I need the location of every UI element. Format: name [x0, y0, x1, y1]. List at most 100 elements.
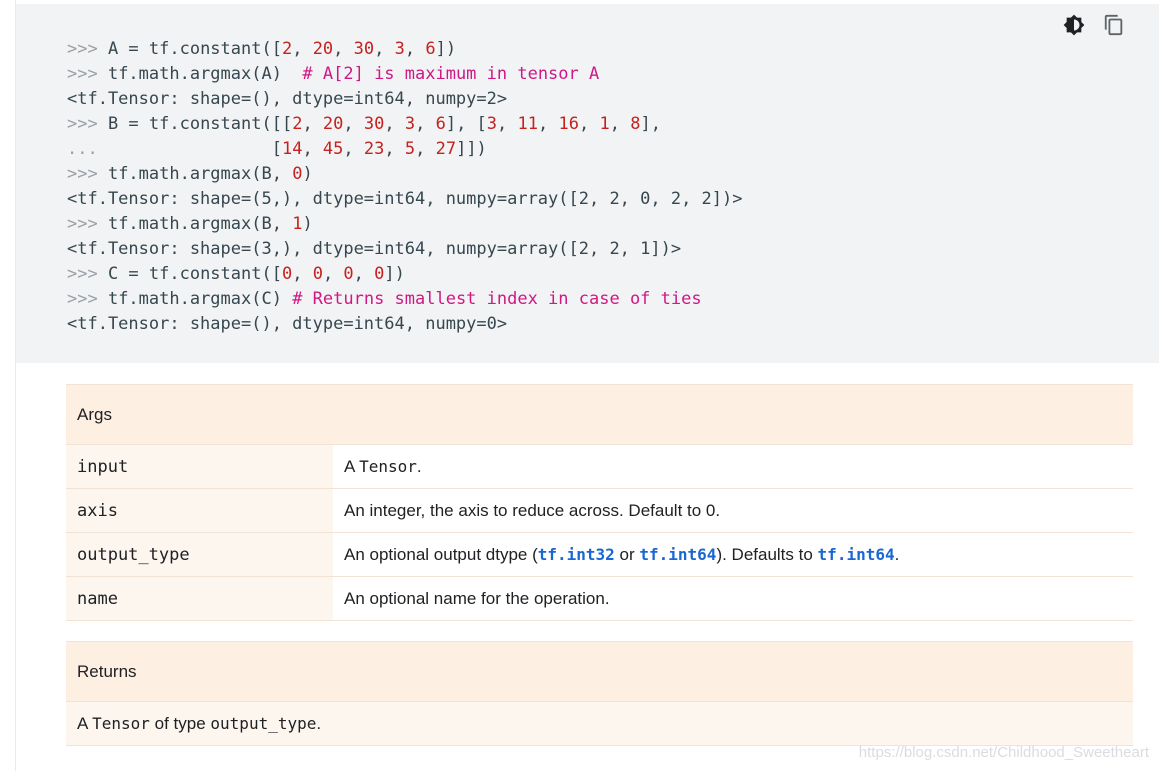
returns-description: A Tensor of type output_type.	[66, 701, 1133, 746]
code-token: ,	[343, 114, 364, 134]
code-token: ,	[302, 139, 323, 159]
type-link[interactable]: tf.int64	[818, 545, 895, 564]
prompt-token: >>>	[67, 114, 108, 134]
number-token: 3	[486, 114, 498, 134]
args-table: Args input A Tensor. axis An integer, the a…	[66, 384, 1133, 621]
code-token: B = tf.constant([[	[107, 114, 293, 134]
prompt-token: >>>	[67, 64, 108, 84]
number-token: 2	[281, 39, 293, 59]
theme-toggle-button[interactable]	[1063, 14, 1085, 36]
code-listing[interactable]: >>> A = tf.constant([2, 20, 30, 3, 6]) >>…	[67, 37, 743, 337]
args-header: Args	[66, 384, 1133, 445]
number-token: 3	[394, 39, 405, 59]
number-token: 0	[343, 264, 354, 284]
code-token: ,	[292, 39, 313, 59]
args-row: input A Tensor.	[66, 444, 1133, 489]
number-token: 20	[322, 114, 344, 134]
type-link[interactable]: tf.int32	[538, 545, 615, 564]
code-token: ,	[302, 114, 323, 134]
watermark: https://blog.csdn.net/Childhood_Sweethea…	[858, 744, 1149, 761]
text-run: An integer, the axis to reduce across. D…	[344, 500, 721, 520]
prompt-token: ...	[67, 139, 272, 159]
arg-name: name	[66, 576, 333, 621]
prompt-token: >>>	[67, 164, 108, 184]
number-token: 0	[281, 264, 293, 284]
text-run: of type	[149, 713, 211, 733]
text-run: or	[614, 544, 640, 564]
number-token: 20	[312, 39, 334, 59]
code-token: tf.math.argmax(B,	[107, 214, 293, 234]
code-token: ,	[538, 114, 559, 134]
code-token: ,	[343, 139, 364, 159]
args-row: name An optional name for the operation.	[66, 576, 1133, 621]
number-token: 3	[404, 114, 416, 134]
number-token: 2	[292, 114, 303, 134]
code-term: Tensor	[92, 713, 150, 733]
code-token: ,	[333, 39, 354, 59]
args-row: output_type An optional output dtype (tf.…	[66, 532, 1133, 577]
code-token: )	[302, 164, 313, 184]
code-token: ,	[322, 264, 344, 284]
code-line: >>> C = tf.constant([0, 0, 0, 0])	[67, 262, 743, 287]
code-line: >>> tf.math.argmax(C) # Returns smallest…	[67, 287, 743, 312]
text-run: .	[416, 456, 422, 476]
code-line: >>> tf.math.argmax(B, 1)	[67, 212, 743, 237]
number-token: 30	[353, 39, 375, 59]
number-token: 6	[425, 39, 436, 59]
code-token: )	[302, 214, 313, 234]
number-token: 1	[599, 114, 610, 134]
number-token: 0	[374, 264, 385, 284]
arg-name: input	[66, 444, 333, 489]
copy-button[interactable]	[1103, 14, 1125, 36]
number-token: 14	[281, 139, 303, 159]
code-token: <tf.Tensor: shape=(3,), dtype=int64, num…	[67, 239, 682, 259]
code-token: ,	[292, 264, 313, 284]
code-block: >>> A = tf.constant([2, 20, 30, 3, 6]) >>…	[16, 4, 1159, 363]
text-run: An optional name for the operation.	[344, 588, 610, 608]
number-token: 27	[435, 139, 457, 159]
number-token: 1	[292, 214, 303, 234]
type-link[interactable]: tf.int64	[639, 545, 716, 564]
prompt-token: >>>	[67, 289, 108, 309]
number-token: 16	[558, 114, 579, 134]
number-token: 45	[322, 139, 344, 159]
number-token: 8	[630, 114, 641, 134]
code-token: ,	[404, 39, 426, 59]
code-token: [	[271, 139, 282, 159]
code-line: >>> A = tf.constant([2, 20, 30, 3, 6])	[67, 37, 743, 62]
code-line: <tf.Tensor: shape=(), dtype=int64, numpy…	[67, 312, 743, 337]
code-token: ,	[415, 139, 436, 159]
code-token: ,	[578, 114, 600, 134]
prompt-token: >>>	[67, 39, 108, 59]
prompt-token: >>>	[67, 264, 108, 284]
args-row: axis An integer, the axis to reduce acros…	[66, 488, 1133, 533]
code-term: Tensor	[359, 456, 417, 476]
code-line: >>> B = tf.constant([[2, 20, 30, 3, 6], …	[67, 112, 743, 137]
arg-description: An optional name for the operation.	[333, 576, 1133, 621]
code-line: ... [14, 45, 23, 5, 27]])	[67, 137, 743, 162]
number-token: 0	[292, 164, 303, 184]
code-line: >>> tf.math.argmax(A) # A[2] is maximum …	[67, 62, 743, 87]
copy-icon	[1104, 14, 1123, 36]
returns-header: Returns	[66, 641, 1133, 702]
arg-name: output_type	[66, 532, 333, 577]
code-token: A = tf.constant([	[107, 39, 282, 59]
code-line: <tf.Tensor: shape=(3,), dtype=int64, num…	[67, 237, 743, 262]
number-token: 6	[435, 114, 446, 134]
code-token: ,	[384, 114, 405, 134]
number-token: 5	[404, 139, 416, 159]
code-token: ], [	[445, 114, 487, 134]
arg-description: An optional output dtype (tf.int32 or tf…	[333, 532, 1133, 577]
code-token: <tf.Tensor: shape=(5,), dtype=int64, num…	[67, 189, 743, 209]
code-line: <tf.Tensor: shape=(), dtype=int64, numpy…	[67, 87, 743, 112]
code-line: <tf.Tensor: shape=(5,), dtype=int64, num…	[67, 187, 743, 212]
text-run: ). Defaults to	[716, 544, 818, 564]
code-token: ,	[384, 139, 405, 159]
code-token: ])	[435, 39, 457, 59]
code-token: ,	[609, 114, 631, 134]
code-token: <tf.Tensor: shape=(), dtype=int64, numpy…	[67, 89, 508, 109]
text-run: A	[77, 713, 93, 733]
code-token: tf.math.argmax(B,	[107, 164, 293, 184]
comment-token: # A[2] is maximum in tensor A	[302, 64, 600, 84]
comment-token: # Returns smallest index in case of ties	[292, 289, 702, 309]
